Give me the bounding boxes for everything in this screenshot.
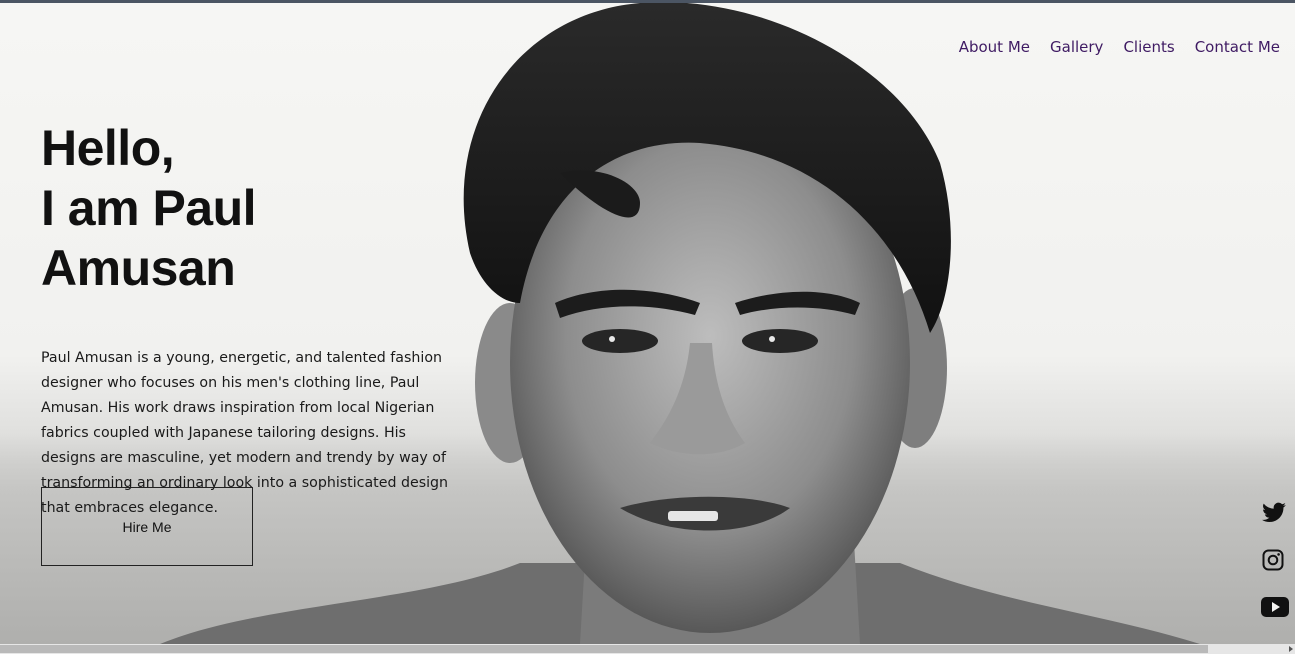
youtube-icon[interactable] xyxy=(1261,596,1289,622)
main-navigation: About Me Gallery Clients Contact Me xyxy=(959,38,1280,56)
instagram-icon[interactable] xyxy=(1261,548,1287,574)
social-links xyxy=(1261,500,1289,622)
hire-me-button[interactable]: Hire Me xyxy=(41,487,253,566)
scroll-right-arrow-icon[interactable] xyxy=(1289,646,1293,652)
intro-section: Hello, I am Paul Amusan Paul Amusan is a… xyxy=(41,118,461,521)
twitter-icon[interactable] xyxy=(1261,500,1287,526)
horizontal-scrollbar[interactable] xyxy=(0,644,1295,654)
nav-gallery-link[interactable]: Gallery xyxy=(1050,38,1103,56)
hero-name-line: I am Paul Amusan xyxy=(41,180,257,296)
hero-heading: Hello, I am Paul Amusan xyxy=(41,118,461,298)
nav-contact-me-link[interactable]: Contact Me xyxy=(1195,38,1280,56)
nav-about-me-link[interactable]: About Me xyxy=(959,38,1030,56)
hero-greeting: Hello, xyxy=(41,120,175,176)
scrollbar-thumb[interactable] xyxy=(0,645,1208,653)
nav-clients-link[interactable]: Clients xyxy=(1123,38,1174,56)
